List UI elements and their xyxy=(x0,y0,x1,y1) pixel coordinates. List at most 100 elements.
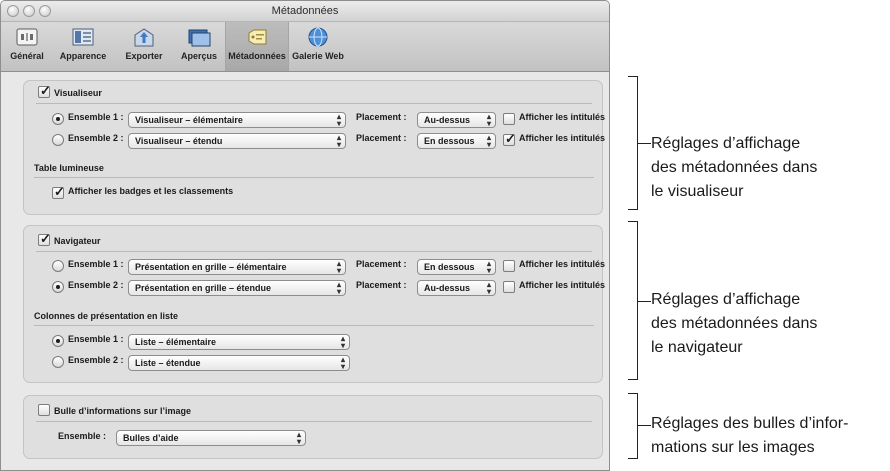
list-set1-popup-value: Liste – élémentaire xyxy=(135,337,217,347)
browser-set1-radio[interactable] xyxy=(52,260,64,272)
metadata-tag-icon xyxy=(248,29,267,45)
browser-set1-label: Ensemble 1 : xyxy=(68,259,124,269)
viewer-set1-show-labels-label: Afficher les intitulés xyxy=(519,112,606,122)
viewer-set1-popup[interactable]: Visualiseur – élémentaire ▴ ▾ xyxy=(128,112,346,128)
viewer-set1-radio[interactable] xyxy=(52,113,64,125)
updown-arrows-icon: ▴ ▾ xyxy=(486,280,491,296)
checkmark-icon: ✓ xyxy=(40,83,51,98)
list-set2-popup-value: Liste – étendue xyxy=(135,358,201,368)
tab-appearance[interactable]: Apparence xyxy=(52,22,114,71)
info-bubble-set-label: Ensemble : xyxy=(58,431,107,441)
lighttable-title: Table lumineuse xyxy=(34,163,104,173)
viewer-set2-popup[interactable]: Visualiseur – étendu ▴ ▾ xyxy=(128,133,346,149)
annotation-line: Réglages des bulles d’infor- xyxy=(651,415,849,432)
updown-arrows-icon: ▴ ▾ xyxy=(296,430,301,446)
tab-export[interactable]: Exporter xyxy=(115,22,173,71)
tab-metadata-label: Métadonnées xyxy=(228,51,286,61)
annotation-line: Réglages d’affichage xyxy=(651,291,801,308)
browser-set1-popup[interactable]: Présentation en grille – élémentaire ▴ ▾ xyxy=(128,259,346,275)
annotation-line: le visualiseur xyxy=(651,183,744,200)
list-set1-popup[interactable]: Liste – élémentaire ▴ ▾ xyxy=(128,334,350,350)
annotation-line: Réglages d’affichage xyxy=(651,135,801,152)
list-set1-radio[interactable] xyxy=(52,335,64,347)
viewer-annotation: Réglages d’affichage des métadonnées dan… xyxy=(651,132,817,204)
browser-checkbox[interactable]: ✓ xyxy=(38,231,51,246)
badges-label: Afficher les badges et les classements xyxy=(68,186,234,196)
browser-set1-placement-label: Placement : xyxy=(356,259,407,269)
viewer-set1-popup-value: Visualiseur – élémentaire xyxy=(135,115,243,125)
checkmark-icon: ✓ xyxy=(54,184,65,199)
updown-arrows-icon: ▴ ▾ xyxy=(486,133,491,149)
divider xyxy=(36,421,592,422)
updown-arrows-icon: ▴ ▾ xyxy=(340,334,345,350)
viewer-set2-placement-popup[interactable]: En dessous ▴ ▾ xyxy=(417,133,496,149)
updown-arrows-icon: ▴ ▾ xyxy=(336,112,341,128)
annotation-line: mations sur les images xyxy=(651,439,815,456)
viewer-set2-radio[interactable] xyxy=(52,134,64,146)
list-columns-title: Colonnes de présentation en liste xyxy=(34,311,179,321)
tab-metadata[interactable]: Métadonnées xyxy=(225,22,289,71)
tab-general-label: Général xyxy=(10,51,44,61)
list-set2-popup[interactable]: Liste – étendue ▴ ▾ xyxy=(128,355,350,371)
browser-set2-show-labels-label: Afficher les intitulés xyxy=(519,280,606,290)
title-bar[interactable]: Métadonnées xyxy=(1,1,609,22)
divider xyxy=(34,325,594,326)
browser-set1-placement-popup[interactable]: En dessous ▴ ▾ xyxy=(417,259,496,275)
viewer-set1-show-labels-checkbox[interactable] xyxy=(503,113,515,125)
viewer-set1-placement-label: Placement : xyxy=(356,112,407,122)
browser-set2-placement-popup[interactable]: Au-dessus ▴ ▾ xyxy=(417,280,496,296)
updown-arrows-icon: ▴ ▾ xyxy=(340,355,345,371)
viewer-set2-show-labels-checkbox[interactable]: ✓ xyxy=(503,131,516,146)
browser-set2-placement-label: Placement : xyxy=(356,280,407,290)
viewer-set2-placement-value: En dessous xyxy=(424,136,475,146)
info-bubble-set-popup[interactable]: Bulles d’aide ▴ ▾ xyxy=(116,430,306,446)
browser-set2-placement-value: Au-dessus xyxy=(424,283,471,293)
browser-set2-label: Ensemble 2 : xyxy=(68,280,124,290)
info-bubble-checkbox[interactable] xyxy=(38,404,50,416)
checkmark-icon: ✓ xyxy=(505,131,516,146)
bracket-tick xyxy=(637,301,651,302)
radio-dot-icon xyxy=(56,117,60,121)
browser-set1-show-labels-checkbox[interactable] xyxy=(503,260,515,272)
appearance-icon xyxy=(72,28,94,46)
browser-set1-show-labels-label: Afficher les intitulés xyxy=(519,259,606,269)
annotation-line: le navigateur xyxy=(651,339,743,356)
radio-dot-icon xyxy=(56,285,60,289)
tab-appearance-label: Apparence xyxy=(59,51,107,61)
browser-set2-popup[interactable]: Présentation en grille – étendue ▴ ▾ xyxy=(128,280,346,296)
updown-arrows-icon: ▴ ▾ xyxy=(336,280,341,296)
list-set2-radio[interactable] xyxy=(52,356,64,368)
browser-set2-radio[interactable] xyxy=(52,281,64,293)
tab-web-gallery-label: Galerie Web xyxy=(292,51,344,61)
general-switch-icon xyxy=(16,28,38,46)
tab-previews[interactable]: Aperçus xyxy=(174,22,224,71)
updown-arrows-icon: ▴ ▾ xyxy=(486,112,491,128)
preferences-window: Métadonnées Général Apparence Exporter A… xyxy=(0,0,610,471)
browser-set2-popup-value: Présentation en grille – étendue xyxy=(135,283,272,293)
divider xyxy=(36,103,592,104)
viewer-set2-show-labels-label: Afficher les intitulés xyxy=(519,133,606,143)
tab-export-label: Exporter xyxy=(125,51,163,61)
viewer-set1-label: Ensemble 1 : xyxy=(68,112,124,122)
viewer-panel: ✓ Visualiseur Ensemble 1 : Visualiseur –… xyxy=(23,80,606,215)
badges-checkbox[interactable]: ✓ xyxy=(52,184,65,199)
bracket-tick xyxy=(637,425,651,426)
preferences-toolbar: Général Apparence Exporter Aperçus Métad… xyxy=(1,22,609,72)
viewer-set2-placement-label: Placement : xyxy=(356,133,407,143)
tab-previews-label: Aperçus xyxy=(180,51,217,61)
list-set2-label: Ensemble 2 : xyxy=(68,355,124,365)
browser-annotation: Réglages d’affichage des métadonnées dan… xyxy=(651,288,817,360)
browser-bracket xyxy=(628,221,651,380)
web-gallery-globe-icon xyxy=(308,27,328,47)
viewer-bracket xyxy=(628,76,651,210)
updown-arrows-icon: ▴ ▾ xyxy=(486,259,491,275)
radio-dot-icon xyxy=(56,339,60,343)
list-set1-label: Ensemble 1 : xyxy=(68,334,124,344)
tab-general[interactable]: Général xyxy=(3,22,51,71)
viewer-set1-placement-popup[interactable]: Au-dessus ▴ ▾ xyxy=(417,112,496,128)
browser-set2-show-labels-checkbox[interactable] xyxy=(503,281,515,293)
bracket-tick xyxy=(637,143,651,144)
viewer-checkbox[interactable]: ✓ xyxy=(38,83,51,98)
tab-web-gallery[interactable]: Galerie Web xyxy=(290,22,346,71)
previews-icon xyxy=(188,29,211,47)
